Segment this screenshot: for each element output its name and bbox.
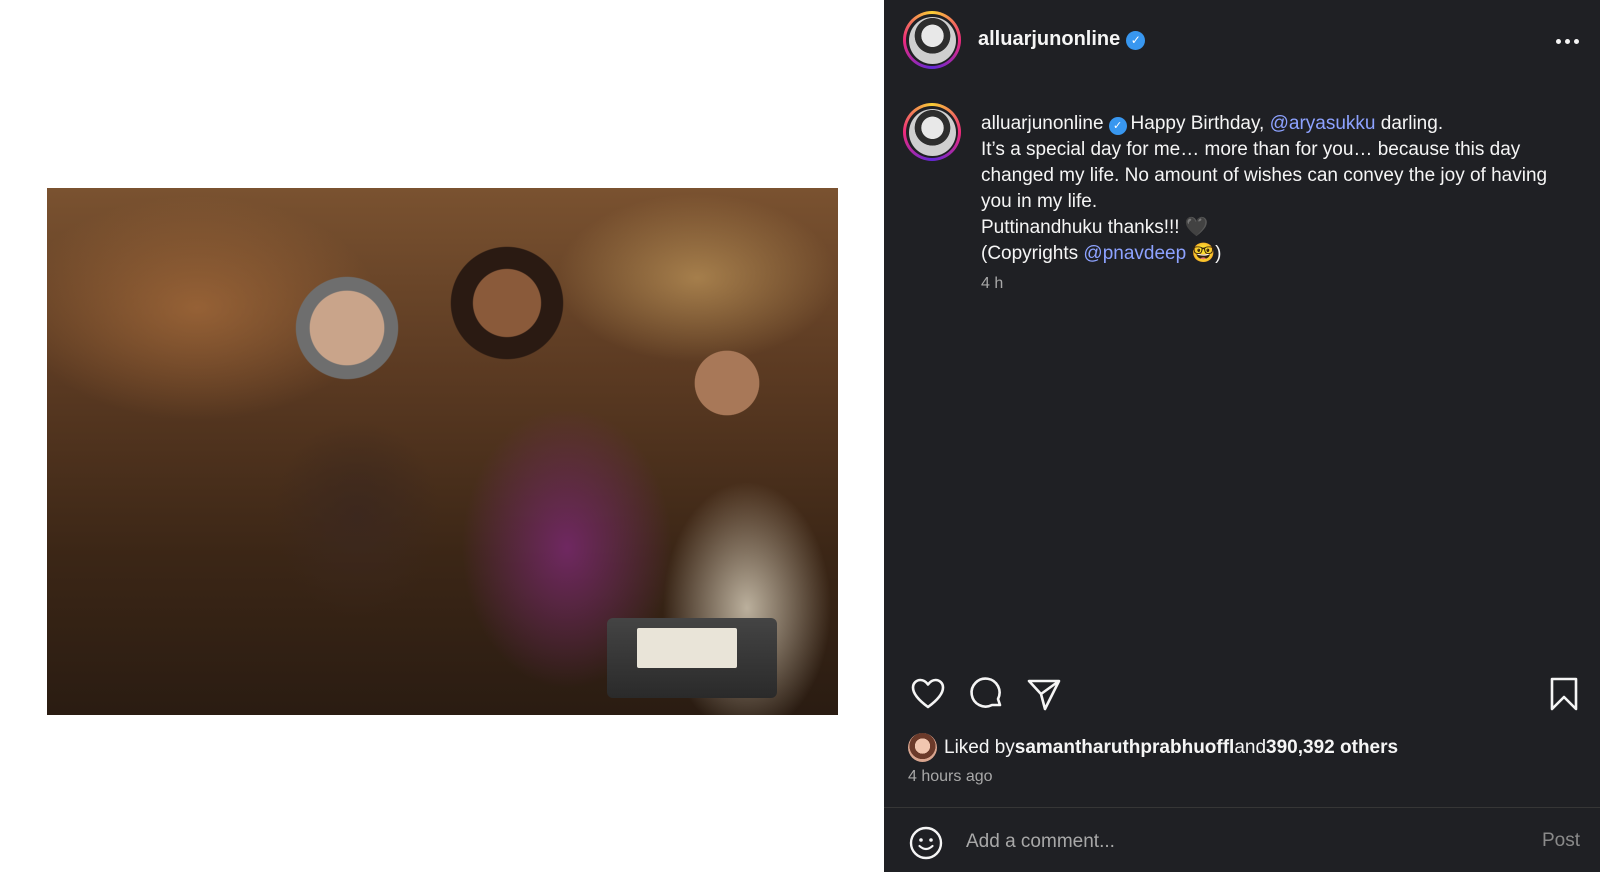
caption-time[interactable]: 4 h [981,275,1003,293]
likes-count[interactable]: 390,392 others [1266,737,1398,759]
caption-line: Puttinandhuku thanks!!! 🖤 [981,217,1209,238]
photo-figure-center [447,228,567,378]
verified-badge-icon: ✓ [1126,31,1146,50]
username-text[interactable]: alluarjunonline [978,28,1120,50]
smiley-icon[interactable] [908,825,944,861]
likes-summary: Liked by samantharuthprabhuoffl and 390,… [908,733,1398,762]
verified-badge-icon: ✓ [1108,117,1127,135]
comment-bubble-icon[interactable] [967,674,1007,714]
more-horizontal-icon [1555,38,1561,44]
liker-avatar[interactable] [908,733,937,762]
caption-segment: darling. [1375,113,1444,134]
profile-picture [908,16,956,64]
photo-figure-right [682,328,772,438]
more-options-button[interactable] [1552,26,1582,56]
paper-plane-icon[interactable] [1024,674,1064,714]
header-username[interactable]: alluarjunonline ✓ [978,28,1146,51]
post-photo[interactable] [47,188,838,715]
post-comment-button[interactable]: Post [1542,830,1580,852]
photo-paper [637,628,737,668]
profile-picture [908,108,956,156]
caption-username[interactable]: alluarjunonline [981,113,1104,134]
likes-and: and [1234,736,1267,758]
bookmark-icon[interactable] [1544,674,1584,714]
comment-box: Post [884,808,1600,872]
caption-avatar[interactable] [903,103,961,161]
caption-text: alluarjunonline ✓ Happy Birthday, @aryasuk… [981,111,1581,267]
post-header: alluarjunonline ✓ [884,0,1600,82]
post-details-panel: alluarjunonline ✓ alluarjunonline ✓ Happy B… [884,0,1600,872]
caption-segment: (Copyrights [981,243,1084,264]
heart-icon[interactable] [908,674,948,714]
mention-link[interactable]: @pnavdeep [1083,243,1186,264]
caption-segment: Happy Birthday, [1130,113,1270,134]
liker-username[interactable]: samantharuthprabhuoffl [1015,737,1235,759]
mention-link[interactable]: @aryasukku [1270,113,1376,134]
action-bar [884,668,1600,718]
caption-segment: 🤓) [1186,243,1222,264]
header-avatar[interactable] [903,11,961,69]
likes-prefix: Liked by [944,736,1015,758]
media-pane [0,0,884,872]
comment-input[interactable] [966,827,1506,857]
caption-line: It’s a special day for me… more than for… [981,139,1548,212]
post-timestamp[interactable]: 4 hours ago [908,768,993,786]
photo-figure-left [287,258,407,398]
